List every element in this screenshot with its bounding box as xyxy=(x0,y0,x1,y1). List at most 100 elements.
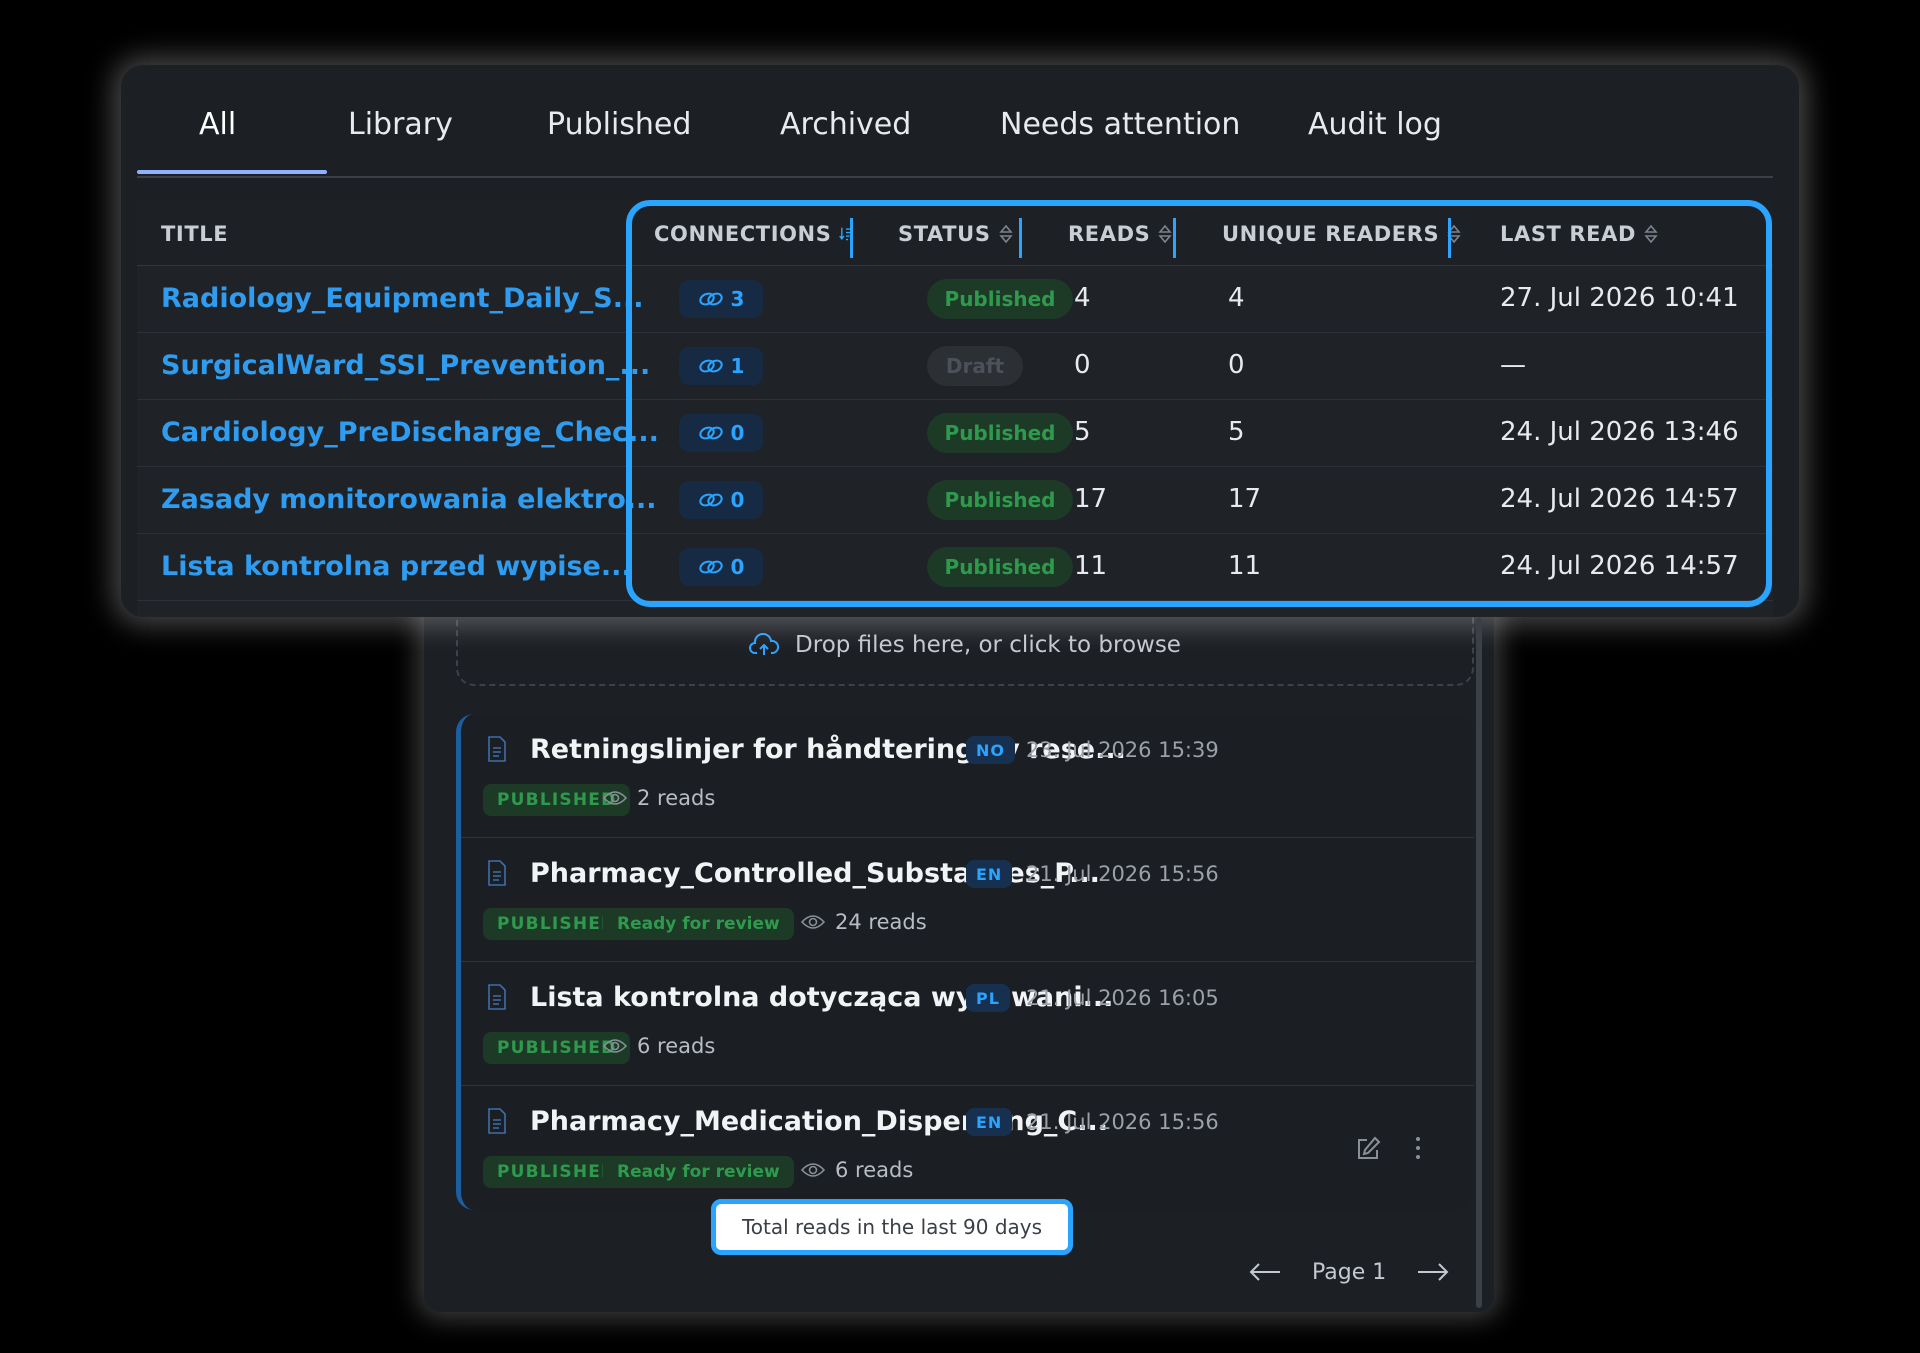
language-badge: EN xyxy=(966,860,1013,888)
ready-for-review-tag: Ready for review xyxy=(603,908,794,940)
more-vertical-icon[interactable] xyxy=(1413,1134,1423,1162)
document-date: 21. Jul 2026 16:05 xyxy=(1026,986,1219,1010)
sort-both-icon xyxy=(998,224,1013,244)
column-divider xyxy=(1173,218,1176,258)
reads-tooltip: Total reads in the last 90 days xyxy=(711,1199,1073,1255)
link-icon xyxy=(698,493,723,507)
list-item[interactable]: Pharmacy_Controlled_Substances_P... EN 2… xyxy=(461,838,1474,962)
last-read-date: — xyxy=(1500,350,1526,380)
document-date: 23. Jul 2026 15:39 xyxy=(1026,738,1219,762)
document-title-link[interactable]: Radiology_Equipment_Daily_S... xyxy=(161,283,643,314)
unique-readers-count: 0 xyxy=(1228,350,1245,380)
tab-needs-attention[interactable]: Needs attention xyxy=(1000,107,1240,142)
connections-badge[interactable]: 1 xyxy=(679,347,763,385)
document-title[interactable]: Pharmacy_Controlled_Substances_P... xyxy=(530,858,1100,889)
document-date: 21. Jul 2026 15:56 xyxy=(1026,1110,1219,1134)
reads-indicator: 6 reads xyxy=(801,1158,913,1182)
list-scrollbar[interactable] xyxy=(1476,618,1482,1308)
sort-both-icon xyxy=(1158,224,1173,244)
connections-badge[interactable]: 0 xyxy=(679,548,763,586)
arrow-left-icon[interactable] xyxy=(1248,1262,1282,1282)
connections-badge[interactable]: 0 xyxy=(679,414,763,452)
header-last-read[interactable]: LAST READ xyxy=(1500,222,1658,246)
table-header: TITLE CONNECTIONS STATUS READS UNIQUE RE xyxy=(137,200,1773,266)
connections-badge[interactable]: 3 xyxy=(679,280,763,318)
reads-indicator: 6 reads xyxy=(603,1034,715,1058)
tooltip-text: Total reads in the last 90 days xyxy=(741,1215,1043,1239)
reads-count: 0 xyxy=(1074,350,1091,380)
active-tab-indicator xyxy=(137,170,327,174)
document-date: 21. Jul 2026 15:56 xyxy=(1026,862,1219,886)
header-unique-readers[interactable]: UNIQUE READERS xyxy=(1222,222,1461,246)
document-icon xyxy=(488,736,506,762)
status-badge: Published xyxy=(927,413,1073,453)
last-read-date: 24. Jul 2026 14:57 xyxy=(1500,551,1739,581)
reads-indicator: 2 reads xyxy=(603,786,715,810)
arrow-right-icon[interactable] xyxy=(1416,1262,1450,1282)
language-badge: NO xyxy=(966,736,1015,764)
tab-bar: All Library Published Archived Needs att… xyxy=(137,65,1773,178)
header-title[interactable]: TITLE xyxy=(161,222,228,246)
document-title[interactable]: Pharmacy_Medication_Dispensing_C... xyxy=(530,1106,1108,1137)
list-item[interactable]: Retningslinjer for håndtering av rese...… xyxy=(461,714,1474,838)
tab-library[interactable]: Library xyxy=(348,107,453,142)
unique-readers-count: 11 xyxy=(1228,551,1262,581)
language-badge: PL xyxy=(966,984,1010,1012)
documents-table-panel: All Library Published Archived Needs att… xyxy=(121,65,1799,617)
link-icon xyxy=(698,292,723,306)
header-reads[interactable]: READS xyxy=(1068,222,1173,246)
status-badge: Published xyxy=(927,279,1073,319)
last-read-date: 24. Jul 2026 13:46 xyxy=(1500,417,1739,447)
document-title-link[interactable]: Zasady monitorowania elektro... xyxy=(161,484,657,515)
status-badge: Published xyxy=(927,547,1073,587)
tab-archived[interactable]: Archived xyxy=(780,107,911,142)
language-badge: EN xyxy=(966,1108,1013,1136)
cloud-upload-icon xyxy=(749,633,780,655)
connections-badge[interactable]: 0 xyxy=(679,481,763,519)
link-icon xyxy=(698,560,723,574)
file-dropzone[interactable]: Drop files here, or click to browse xyxy=(456,606,1474,686)
document-icon xyxy=(488,1108,506,1134)
page-indicator: Page 1 xyxy=(1312,1259,1387,1285)
unique-readers-count: 17 xyxy=(1228,484,1262,514)
eye-icon xyxy=(603,791,627,805)
table-row[interactable]: Zasady monitorowania elektro... 0 Publis… xyxy=(137,467,1773,534)
list-item[interactable]: Pharmacy_Medication_Dispensing_C... EN 2… xyxy=(461,1086,1474,1210)
document-title-link[interactable]: Lista kontrolna przed wypise... xyxy=(161,551,632,582)
reads-count: 11 xyxy=(1074,551,1108,581)
edit-icon[interactable] xyxy=(1355,1136,1381,1162)
last-read-date: 27. Jul 2026 10:41 xyxy=(1500,283,1739,313)
table-row[interactable]: Radiology_Equipment_Daily_S... 3 Publish… xyxy=(137,266,1773,333)
status-badge: Draft xyxy=(927,346,1023,386)
column-divider xyxy=(850,218,853,258)
documents-table: TITLE CONNECTIONS STATUS READS UNIQUE RE xyxy=(137,200,1773,617)
document-list: Retningslinjer for håndtering av rese...… xyxy=(456,714,1474,1210)
table-row[interactable]: Lista kontrolna przed wypise... 0 Publis… xyxy=(137,534,1773,601)
document-title-link[interactable]: Cardiology_PreDischarge_Chec... xyxy=(161,417,659,448)
reads-count: 17 xyxy=(1074,484,1108,514)
column-divider xyxy=(1448,218,1451,258)
header-connections[interactable]: CONNECTIONS xyxy=(654,222,853,246)
link-icon xyxy=(698,359,723,373)
tab-audit-log[interactable]: Audit log xyxy=(1308,107,1442,142)
reads-count: 5 xyxy=(1074,417,1091,447)
reads-count: 4 xyxy=(1074,283,1091,313)
eye-icon xyxy=(603,1039,627,1053)
document-icon xyxy=(488,984,506,1010)
unique-readers-count: 4 xyxy=(1228,283,1245,313)
list-item[interactable]: Lista kontrolna dotycząca wydawani... PL… xyxy=(461,962,1474,1086)
ready-for-review-tag: Ready for review xyxy=(603,1156,794,1188)
tab-published[interactable]: Published xyxy=(547,107,691,142)
status-badge: Published xyxy=(927,480,1073,520)
eye-icon xyxy=(801,915,825,929)
header-status[interactable]: STATUS xyxy=(898,222,1013,246)
tab-all[interactable]: All xyxy=(199,107,236,142)
reads-indicator: 24 reads xyxy=(801,910,927,934)
last-read-date: 24. Jul 2026 14:57 xyxy=(1500,484,1739,514)
table-row[interactable]: Cardiology_PreDischarge_Chec... 0 Publis… xyxy=(137,400,1773,467)
document-icon xyxy=(488,860,506,886)
table-row[interactable]: SurgicalWard_SSI_Prevention_... 1 Draft … xyxy=(137,333,1773,400)
column-divider xyxy=(1019,218,1022,258)
document-title-link[interactable]: SurgicalWard_SSI_Prevention_... xyxy=(161,350,650,381)
pagination: Page 1 xyxy=(1248,1252,1450,1292)
